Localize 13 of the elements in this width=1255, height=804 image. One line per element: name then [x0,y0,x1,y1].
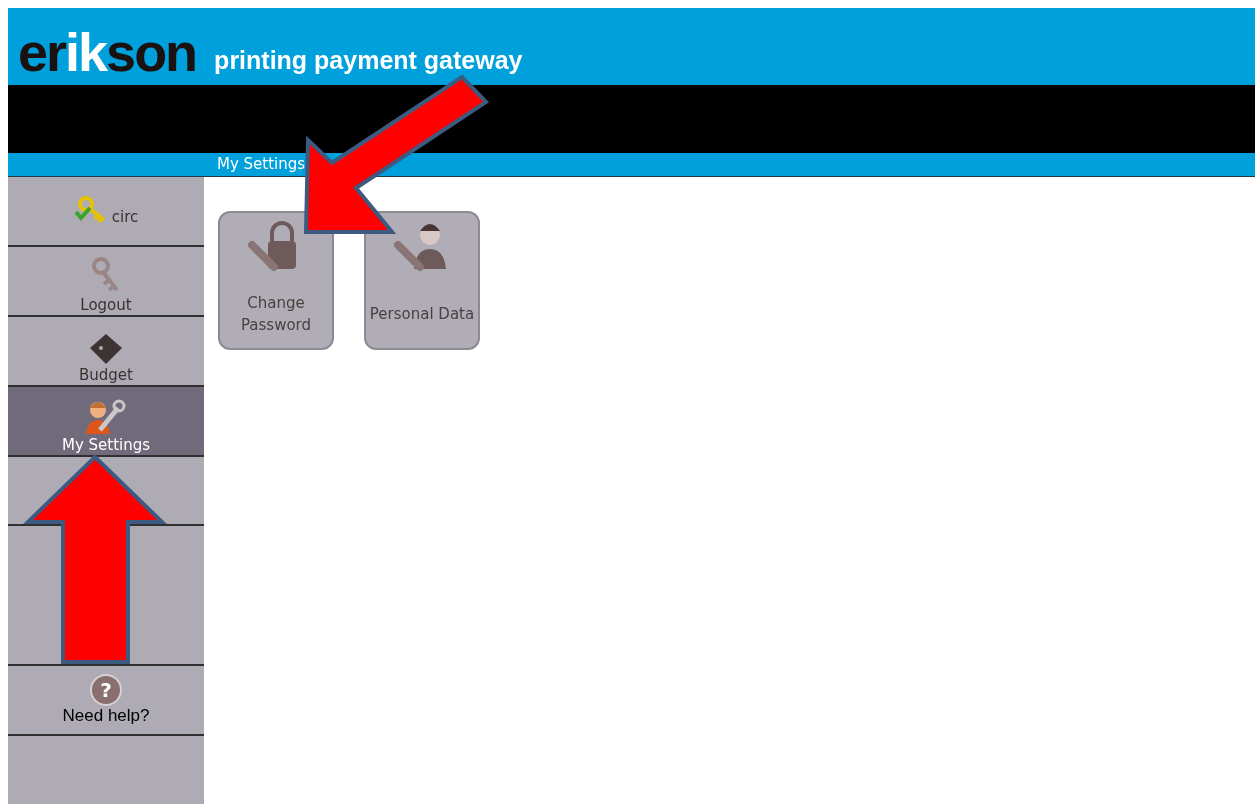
wallet-icon [88,332,124,366]
sidebar-item[interactable]: circ [8,177,204,247]
help-icon: ? [90,674,122,706]
sidebar-item[interactable]: Logout [8,247,204,317]
logo: erikson [18,25,197,79]
tagline: printing payment gateway [214,48,523,73]
key-check-icon [73,196,108,226]
person-wrench-icon [86,398,126,436]
help-item[interactable]: ? Need help? [8,666,204,736]
settings-tile[interactable]: Change Password [218,211,334,350]
sidebar-item[interactable]: My Settings [8,387,204,457]
breadcrumb: My Settings [217,154,306,176]
settings-tile[interactable]: Personal Data [364,211,480,350]
